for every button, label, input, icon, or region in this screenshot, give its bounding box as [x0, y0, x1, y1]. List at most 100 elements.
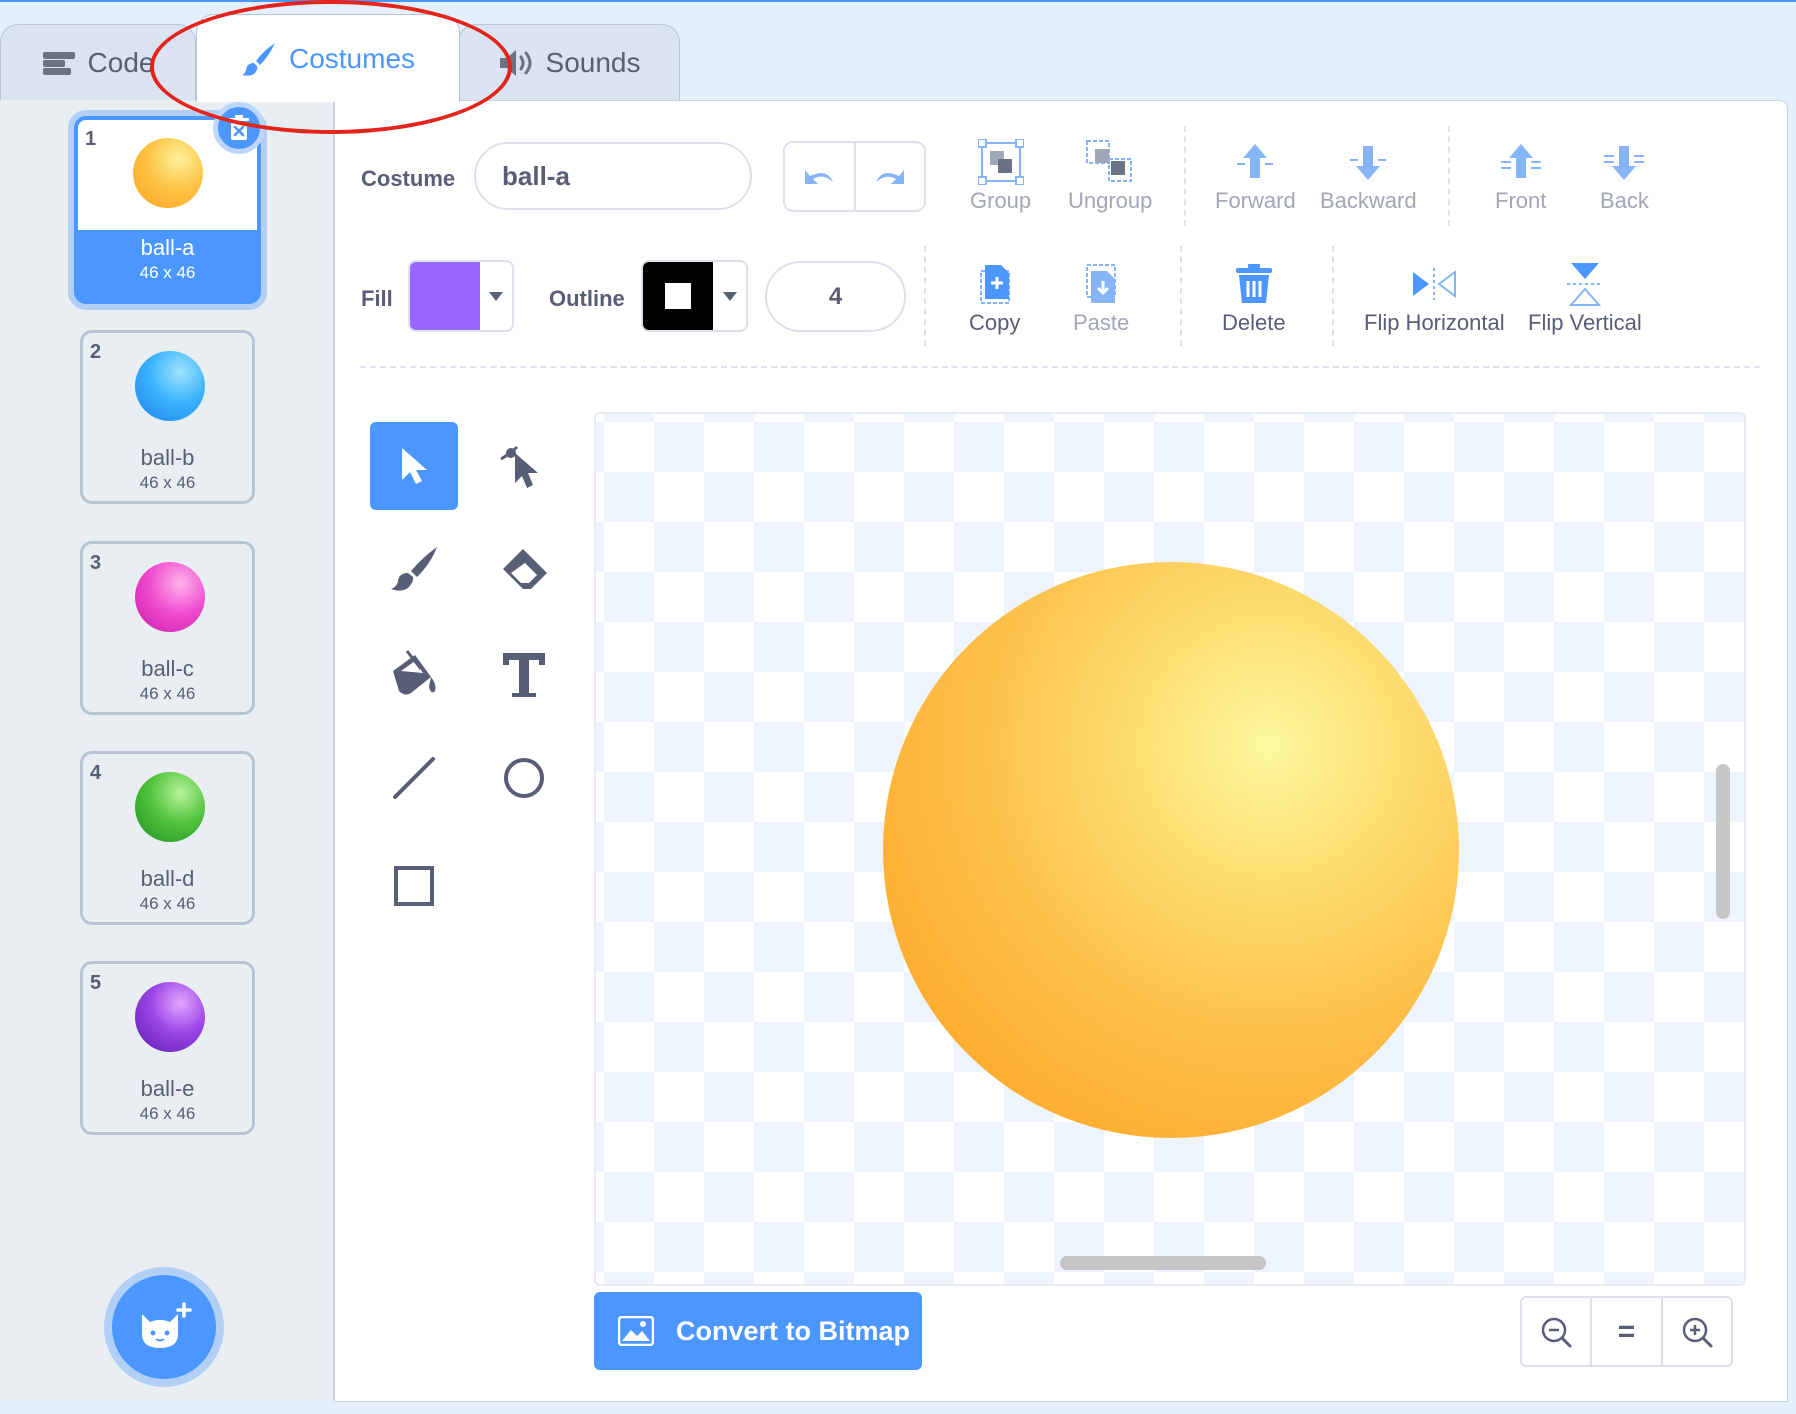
fill-color-swatch — [410, 262, 480, 330]
flip-horizontal-button[interactable]: Flip Horizontal — [1364, 258, 1505, 336]
costume-name: ball-b — [140, 445, 195, 470]
zoom-reset-button[interactable]: = — [1590, 1298, 1660, 1365]
circle-icon — [504, 758, 544, 798]
outline-color-picker[interactable] — [641, 260, 748, 332]
costume-number: 5 — [90, 972, 102, 994]
group-button[interactable]: Group — [970, 136, 1031, 214]
tab-sounds[interactable]: Sounds — [458, 24, 680, 100]
paintbrush-icon — [241, 42, 275, 76]
costume-size: 46 x 46 — [139, 263, 196, 282]
ungroup-button[interactable]: Ungroup — [1068, 136, 1152, 214]
group-icon — [977, 139, 1024, 185]
copy-icon — [979, 265, 1010, 304]
costume-number: 3 — [90, 552, 102, 574]
costume-ball-shape[interactable] — [883, 562, 1459, 1138]
zoom-in-button[interactable] — [1660, 1298, 1731, 1365]
back-button[interactable]: Back — [1600, 136, 1649, 214]
paint-bucket-icon — [393, 650, 436, 695]
costume-thumbnail — [135, 351, 205, 421]
costume-thumbnail — [135, 562, 205, 632]
toolbar-divider — [360, 366, 1760, 368]
costume-size: 46 x 46 — [139, 473, 196, 492]
brush-icon — [391, 547, 437, 591]
paste-button[interactable]: Paste — [1073, 258, 1129, 336]
undo-redo-group — [783, 141, 926, 212]
text-t-icon — [503, 653, 545, 697]
outline-width-input[interactable] — [765, 261, 906, 332]
costume-size: 46 x 46 — [139, 1104, 196, 1123]
rectangle-tool[interactable] — [370, 842, 458, 930]
equals-icon: = — [1617, 1314, 1636, 1348]
costume-label: Costume — [361, 166, 456, 191]
convert-to-bitmap-button[interactable]: Convert to Bitmap — [594, 1292, 922, 1370]
divider — [1180, 246, 1182, 346]
vertical-scrollbar[interactable] — [1716, 764, 1730, 919]
costume-name: ball-a — [140, 235, 195, 260]
tab-code[interactable]: Code — [0, 24, 196, 100]
costume-thumbnail — [133, 138, 203, 208]
redo-icon — [875, 169, 904, 184]
line-tool[interactable] — [370, 734, 458, 822]
speaker-icon — [499, 49, 532, 76]
costume-item-3[interactable]: 3 ball-c 46 x 46 — [80, 541, 255, 715]
tab-costumes[interactable]: Costumes — [196, 14, 460, 102]
cat-plus-icon — [142, 1302, 192, 1348]
costume-size: 46 x 46 — [139, 894, 196, 913]
trash-close-icon — [229, 115, 249, 140]
front-arrow-icon — [1500, 144, 1541, 178]
brush-tool[interactable] — [370, 526, 458, 614]
costume-list: 1 ball-a 46 x 46 2 ball-b 46 x 46 3 ball… — [0, 100, 334, 1400]
delete-button[interactable]: Delete — [1222, 258, 1286, 336]
add-costume-button[interactable] — [112, 1275, 216, 1379]
costume-item-2[interactable]: 2 ball-b 46 x 46 — [80, 330, 255, 504]
outline-color-swatch — [643, 262, 713, 330]
costume-item-5[interactable]: 5 ball-e 46 x 46 — [80, 961, 255, 1135]
rectangle-icon — [394, 866, 434, 906]
backward-button[interactable]: Backward — [1320, 136, 1417, 214]
front-button[interactable]: Front — [1495, 136, 1546, 214]
paste-icon — [1086, 264, 1117, 303]
redo-button[interactable] — [853, 143, 925, 210]
costume-name: ball-c — [141, 656, 194, 681]
ungroup-icon — [1086, 140, 1133, 182]
flip-horizontal-icon — [1413, 268, 1457, 300]
drawing-canvas[interactable] — [594, 412, 1746, 1286]
undo-icon — [805, 169, 834, 184]
text-tool[interactable] — [480, 630, 568, 718]
horizontal-scrollbar[interactable] — [1060, 1256, 1266, 1270]
fill-tool[interactable] — [370, 630, 458, 718]
divider — [1184, 126, 1186, 226]
undo-button[interactable] — [785, 143, 854, 210]
select-tool[interactable] — [370, 422, 458, 510]
eraser-tool[interactable] — [480, 526, 568, 614]
forward-button[interactable]: Forward — [1215, 136, 1296, 214]
copy-button[interactable]: Copy — [969, 258, 1020, 336]
chevron-down-icon — [722, 291, 737, 301]
chevron-down-icon — [489, 291, 503, 301]
costume-thumbnail — [135, 772, 205, 842]
flip-vertical-button[interactable]: Flip Vertical — [1528, 258, 1642, 336]
reshape-cursor-icon — [500, 445, 538, 488]
costume-item-4[interactable]: 4 ball-d 46 x 46 — [80, 751, 255, 925]
backward-arrow-icon — [1350, 146, 1387, 180]
costume-name: ball-d — [140, 866, 195, 891]
zoom-out-icon — [1541, 1317, 1572, 1347]
costume-number: 2 — [90, 341, 102, 363]
reshape-tool[interactable] — [480, 422, 568, 510]
forward-arrow-icon — [1237, 144, 1274, 178]
fill-label: Fill — [361, 286, 393, 311]
back-arrow-icon — [1604, 146, 1645, 180]
arrow-cursor-icon — [402, 448, 427, 484]
line-icon — [393, 757, 435, 799]
costume-name-input[interactable] — [474, 142, 752, 210]
costume-number: 4 — [90, 762, 102, 784]
zoom-controls: = — [1520, 1296, 1733, 1367]
delete-costume-button[interactable] — [213, 102, 265, 154]
zoom-out-button[interactable] — [1522, 1298, 1590, 1365]
circle-tool[interactable] — [480, 734, 568, 822]
costume-thumbnail — [135, 982, 205, 1052]
fill-color-picker[interactable] — [408, 260, 514, 332]
divider — [924, 246, 926, 346]
tab-sounds-label: Sounds — [545, 46, 641, 78]
zoom-in-icon — [1682, 1317, 1713, 1347]
